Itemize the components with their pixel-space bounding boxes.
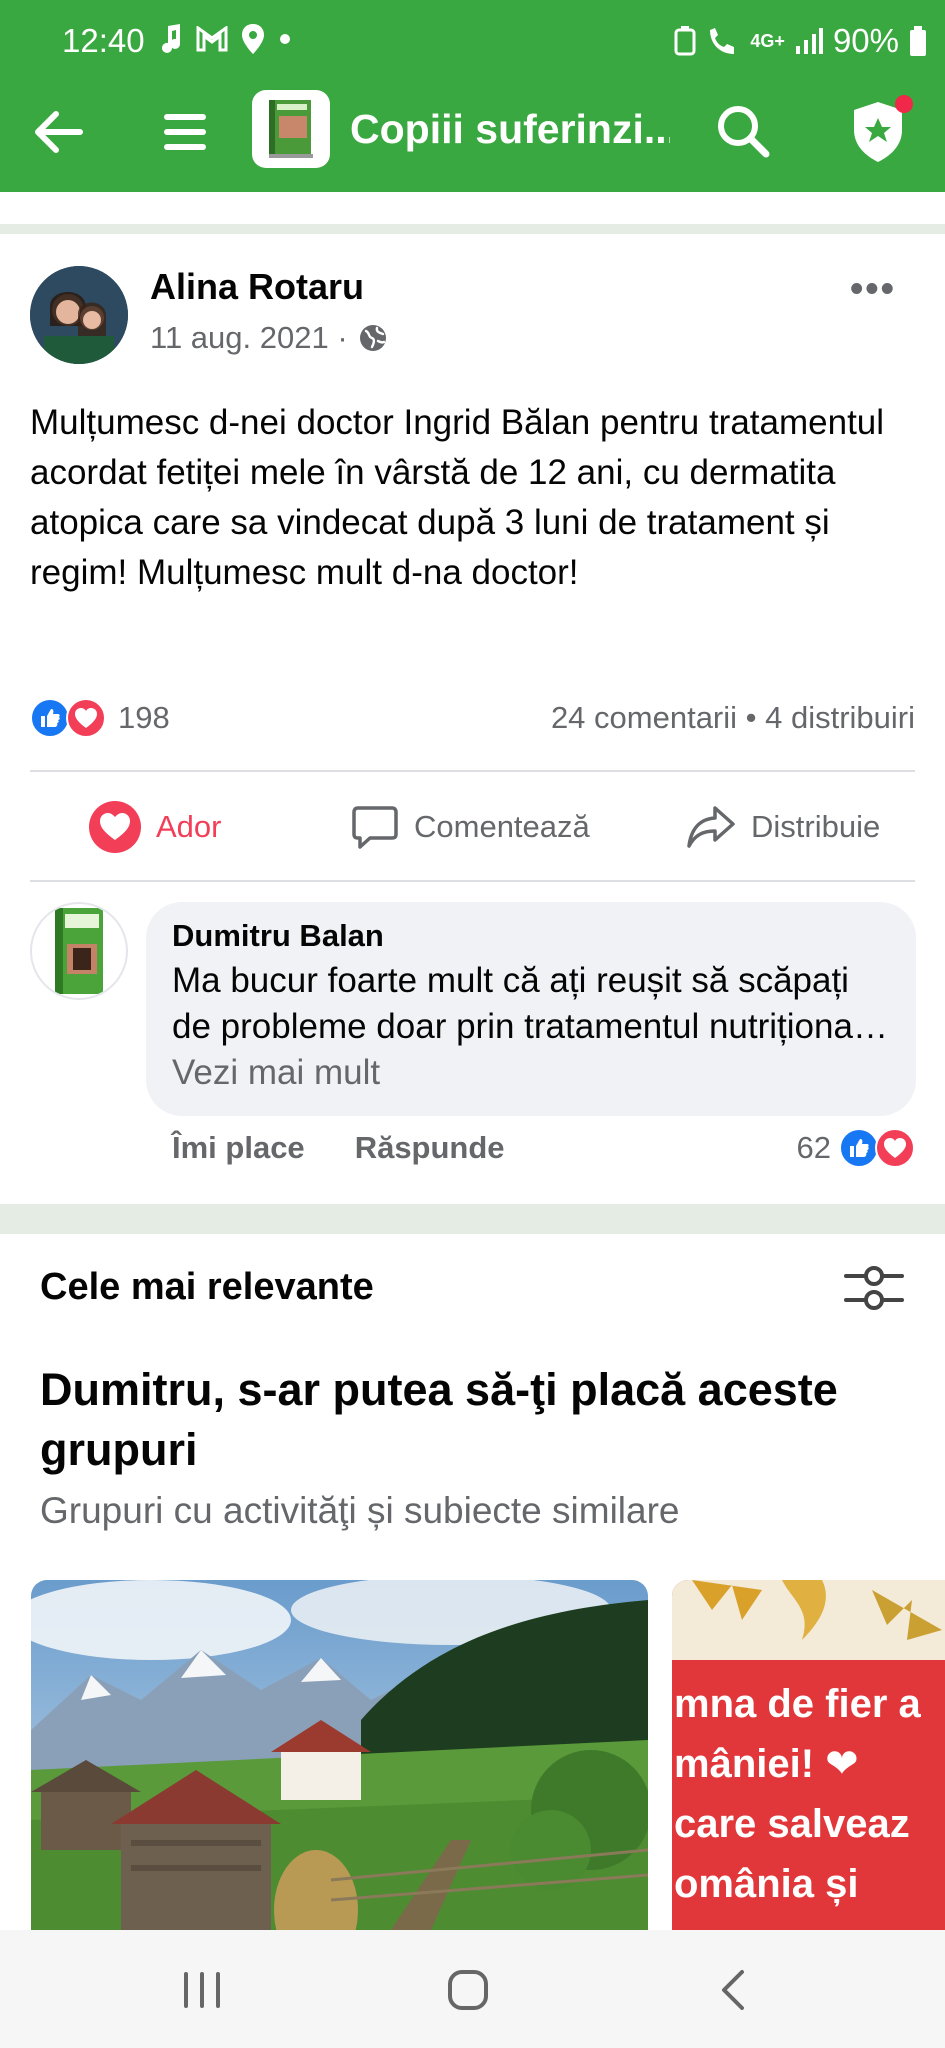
search-icon[interactable] (712, 100, 774, 162)
commenter-name[interactable]: Dumitru Balan (172, 918, 890, 954)
comment-button[interactable]: Comentează (350, 784, 590, 870)
network-type: 4G+ (750, 30, 785, 51)
group-thumbnail[interactable] (252, 90, 330, 168)
comment-body: Ma bucur foarte mult că ați reușit să sc… (172, 961, 888, 1046)
app-header: 12:40 4G+ 90% Copiii suferinzi... (0, 0, 945, 192)
battery-percent: 90% (832, 22, 899, 59)
gmail-icon (196, 26, 228, 52)
globe-icon (359, 325, 386, 351)
book-cover-icon (269, 100, 313, 158)
post-author-name[interactable]: Alina Rotaru (150, 266, 364, 308)
section-separator (0, 224, 945, 234)
landscape-photo (31, 1580, 648, 1930)
comment-reaction-count: 62 (796, 1130, 831, 1165)
card-text-line: mna de fier a (674, 1682, 921, 1726)
status-time: 12:40 (62, 22, 145, 59)
comment-bubble-icon (352, 806, 398, 849)
heart-filled-icon (89, 801, 141, 853)
love-reaction-icon (875, 1128, 915, 1168)
post-date[interactable]: 11 aug. 2021 · (150, 320, 348, 356)
comment-bubble[interactable]: Dumitru Balan Ma bucur foarte mult că aț… (146, 902, 916, 1116)
system-navigation-bar (0, 1930, 945, 2048)
suggestions-title: Dumitru, s-ar putea să-ţi placă aceste g… (40, 1364, 838, 1475)
comment-text: Ma bucur foarte mult că ați reușit să sc… (172, 958, 890, 1096)
battery-icon (910, 26, 926, 56)
commenter-avatar[interactable] (30, 902, 128, 1000)
post-meta: 11 aug. 2021 · (150, 320, 388, 356)
divider (30, 770, 915, 772)
author-avatar[interactable] (30, 266, 128, 364)
battery-saver-icon (674, 26, 696, 56)
menu-icon[interactable] (158, 104, 214, 160)
home-icon[interactable] (438, 1960, 498, 2020)
see-more-link[interactable]: Vezi mai mult (172, 1053, 380, 1092)
filter-sliders-icon[interactable] (842, 1262, 906, 1314)
love-button[interactable]: Ador (88, 784, 221, 870)
post-text: Mulțumesc d-nei doctor Ingrid Bălan pent… (30, 403, 885, 592)
reactions-summary[interactable]: 198 24 comentarii • 4 distribuiri (30, 694, 915, 742)
music-note-icon (162, 24, 180, 53)
suggested-group-card[interactable] (31, 1580, 648, 1930)
status-system-icons: 4G+ 90% (674, 22, 927, 60)
share-label: Distribuie (751, 809, 881, 844)
location-pin-icon (242, 24, 264, 54)
toolbar: Copiii suferinzi... (0, 86, 945, 176)
comment-label: Comentează (414, 809, 590, 844)
section-separator (0, 1204, 945, 1234)
comment-reply-button[interactable]: Răspunde (355, 1130, 505, 1166)
card-text-line: care salveaz (674, 1802, 910, 1846)
love-reaction-icon (66, 698, 106, 738)
love-label: Ador (156, 809, 222, 844)
status-notification-icons (160, 24, 292, 54)
share-arrow-icon (687, 806, 735, 848)
reaction-icons (30, 698, 106, 738)
back-nav-icon[interactable] (704, 1960, 764, 2020)
status-bar: 12:40 4G+ 90% (0, 18, 945, 68)
avatar-photo (30, 266, 128, 364)
suggested-group-card[interactable]: mna de fier a mâniei! ❤ care salveaz omâ… (672, 1580, 945, 1930)
signal-icon (795, 28, 823, 54)
back-arrow-icon[interactable] (28, 102, 88, 162)
card-text-line: omânia și (674, 1862, 859, 1906)
comment-reactions[interactable]: 62 (797, 1128, 915, 1168)
sort-label[interactable]: Cele mai relevante (40, 1266, 374, 1309)
divider (30, 880, 915, 882)
recent-apps-icon[interactable] (172, 1960, 232, 2020)
like-reaction-icon (30, 698, 70, 738)
card-text: mna de fier a mâniei! ❤ care salveaz omâ… (674, 1674, 921, 1914)
card-text-line: mâniei! ❤ (674, 1742, 859, 1786)
dot-icon (280, 34, 290, 44)
admin-shield-icon[interactable] (846, 92, 916, 168)
reaction-count: 198 (118, 700, 170, 735)
like-reaction-icon (839, 1128, 879, 1168)
comment-actions: Îmi place Răspunde (172, 1130, 505, 1166)
more-options-icon[interactable]: ••• (850, 268, 896, 311)
wifi-call-icon (710, 28, 735, 54)
suggestions-subtitle: Grupuri cu activităţi și subiecte simila… (40, 1490, 680, 1531)
post-action-bar: Ador Comentează Distribuie (30, 784, 915, 870)
book-cover-icon (55, 908, 103, 994)
share-button[interactable]: Distribuie (685, 784, 880, 870)
comment-like-button[interactable]: Îmi place (172, 1130, 305, 1166)
comments-shares-count[interactable]: 24 comentarii • 4 distribuiri (551, 700, 915, 736)
group-title[interactable]: Copiii suferinzi... (350, 106, 670, 153)
